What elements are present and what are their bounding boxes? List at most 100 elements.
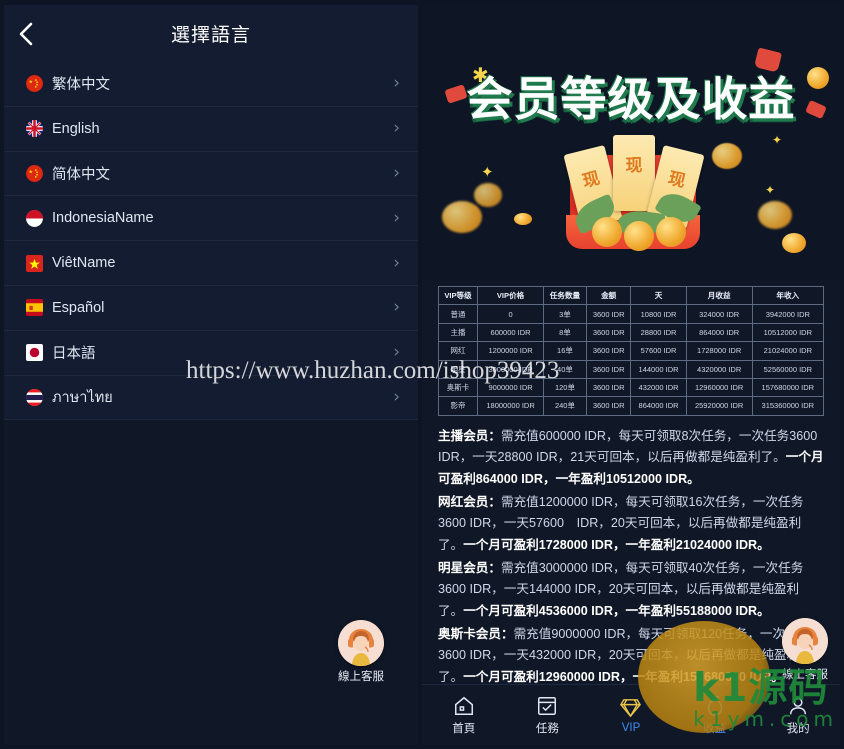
sparkle-icon-2: ✦	[481, 164, 494, 181]
online-service-label: 線上客服	[782, 669, 828, 681]
tab-home[interactable]: 首頁	[422, 695, 506, 736]
vip-screen: ✱ ✦ ✦ ✦ 会员等级及收益 现 现 现 VIP等级 VIP价格 任务数量 金…	[422, 5, 840, 745]
flag-jp-icon	[26, 344, 43, 362]
table-row: 普通 0 3单 3600 IDR 10800 IDR 324000 IDR 39…	[437, 304, 825, 324]
coin-decor-3	[474, 183, 502, 207]
table-cell: 网红	[437, 341, 479, 361]
coupon-2: 现	[613, 135, 655, 211]
table-cell: 奥斯卡	[437, 377, 479, 398]
language-item-indonesia[interactable]: IndonesiaName ›	[4, 196, 418, 242]
chevron-left-icon	[18, 21, 34, 47]
table-cell: 57600 IDR	[630, 341, 687, 361]
table-cell: 主播	[437, 322, 479, 343]
language-item-vietnam[interactable]: ViêtName ›	[4, 241, 418, 286]
table-header-cell: 年收入	[751, 285, 825, 306]
tab-vip[interactable]: VIP	[589, 696, 673, 734]
table-cell: 3600 IDR	[585, 322, 632, 343]
orange-2	[624, 221, 654, 251]
tab-task[interactable]: 任務	[506, 695, 590, 736]
language-item-traditional-chinese[interactable]: 繁体中文 ›	[4, 62, 418, 107]
back-button[interactable]	[4, 5, 48, 62]
language-item-spanish[interactable]: Español ›	[4, 286, 418, 331]
tab-earnings[interactable]: 收益	[673, 695, 757, 736]
language-item-label: 日本語	[52, 346, 96, 363]
chevron-right-icon: ›	[393, 342, 400, 363]
table-cell: 157680000 IDR	[751, 377, 825, 398]
headset-agent-avatar	[782, 618, 828, 664]
language-item-japanese[interactable]: 日本語 ›	[4, 331, 418, 376]
table-header-cell: 金额	[585, 285, 632, 306]
flag-uk-icon	[26, 120, 43, 138]
language-panel: 選擇語言 繁体中文 › English › 简体中文 › IndonesiaNa…	[0, 0, 422, 749]
table-header-cell: 任务数量	[543, 285, 587, 306]
tab-profile[interactable]: 我的	[756, 695, 840, 736]
vip-paragraph-influencer: 网红会员：需充值1200000 IDR，每天可领取16次任务，一次任务3600 …	[438, 492, 824, 557]
table-cell: 3942000 IDR	[751, 304, 825, 324]
language-item-label: ViêtName	[52, 255, 116, 272]
table-cell: 144000 IDR	[630, 359, 687, 379]
flag-th-icon	[26, 388, 43, 406]
table-cell: 40单	[543, 359, 587, 379]
table-cell: 普通	[437, 304, 479, 324]
flag-cn-icon	[26, 164, 43, 182]
vip-paragraph-title: 主播会员：	[438, 428, 501, 443]
table-cell: 3单	[543, 304, 587, 324]
flag-vn-icon	[26, 254, 43, 272]
vip-paragraph-oscar: 奥斯卡会员：需充值9000000 IDR，每天可领取120任务，一次任务3600…	[438, 624, 824, 689]
diamond-icon	[619, 696, 642, 719]
language-item-thai[interactable]: ภาษาไทย ›	[4, 376, 418, 421]
table-cell: 25920000 IDR	[685, 396, 753, 416]
vip-table-container: VIP等级 VIP价格 任务数量 金额 天 月收益 年收入 普通 0 3单 36…	[422, 280, 840, 416]
chevron-right-icon: ›	[393, 297, 400, 318]
online-service-widget-right[interactable]: 線上客服	[778, 618, 832, 682]
table-row: 明星 3000000 IDR 40单 3600 IDR 144000 IDR 4…	[437, 359, 825, 379]
table-cell: 18000000 IDR	[477, 396, 545, 416]
tab-label: 我的	[786, 722, 810, 735]
table-cell: 影帝	[437, 396, 479, 416]
table-cell: 432000 IDR	[630, 377, 687, 398]
table-cell: 240单	[543, 396, 587, 416]
table-cell: 3600 IDR	[585, 304, 632, 324]
table-cell: 16单	[543, 341, 587, 361]
chevron-right-icon: ›	[393, 118, 400, 139]
language-item-simplified-chinese[interactable]: 简体中文 ›	[4, 152, 418, 197]
chevron-right-icon: ›	[393, 73, 400, 94]
app-root: 選擇語言 繁体中文 › English › 简体中文 › IndonesiaNa…	[0, 0, 844, 749]
coin-decor-1	[807, 67, 829, 89]
chevron-right-icon: ›	[393, 252, 400, 273]
table-cell: 3600 IDR	[585, 396, 632, 416]
online-service-widget-left[interactable]: 線上客服	[334, 620, 388, 684]
table-cell: 3000000 IDR	[477, 359, 545, 379]
table-cell: 3600 IDR	[585, 377, 632, 398]
table-cell: 4320000 IDR	[685, 359, 753, 379]
table-cell: 0	[477, 304, 545, 324]
language-header: 選擇語言	[4, 5, 418, 62]
tab-label: VIP	[621, 722, 641, 734]
vip-paragraph-star: 明星会员：需充值3000000 IDR，每天可领取40次任务，一次任务3600 …	[438, 558, 824, 623]
table-cell: 1728000 IDR	[685, 341, 753, 361]
table-cell: 864000 IDR	[685, 322, 753, 343]
task-checklist-icon	[536, 695, 558, 717]
flag-id-icon	[26, 209, 43, 227]
coin-decor-2	[442, 201, 482, 233]
language-item-english[interactable]: English ›	[4, 107, 418, 152]
language-item-label: English	[52, 120, 100, 137]
flag-es-icon	[26, 299, 43, 317]
flag-cn-icon	[26, 75, 43, 93]
chevron-right-icon: ›	[393, 207, 400, 228]
vip-paragraph-highlight: 一个月可盈利12960000 IDR，一年盈利157680000 IDR。	[463, 669, 784, 684]
tab-label: 首頁	[452, 722, 476, 735]
tab-label: 任務	[535, 722, 559, 735]
table-header-cell: VIP价格	[477, 285, 545, 306]
table-row: 网红 1200000 IDR 16单 3600 IDR 57600 IDR 17…	[437, 341, 825, 361]
chevron-right-icon: ›	[393, 162, 400, 183]
language-list: 繁体中文 › English › 简体中文 › IndonesiaName › …	[4, 62, 418, 421]
table-header-cell: 月收益	[685, 285, 753, 306]
bottom-navigation: 首頁 任務 VIP 收益 我的	[422, 684, 840, 745]
chevron-right-icon: ›	[393, 386, 400, 407]
table-cell: 52560000 IDR	[751, 359, 825, 379]
language-item-label: 繁体中文	[52, 77, 110, 94]
language-screen: 選擇語言 繁体中文 › English › 简体中文 › IndonesiaNa…	[4, 5, 418, 745]
table-cell: 3600 IDR	[585, 359, 632, 379]
vip-paragraph-title: 明星会员：	[438, 560, 501, 575]
